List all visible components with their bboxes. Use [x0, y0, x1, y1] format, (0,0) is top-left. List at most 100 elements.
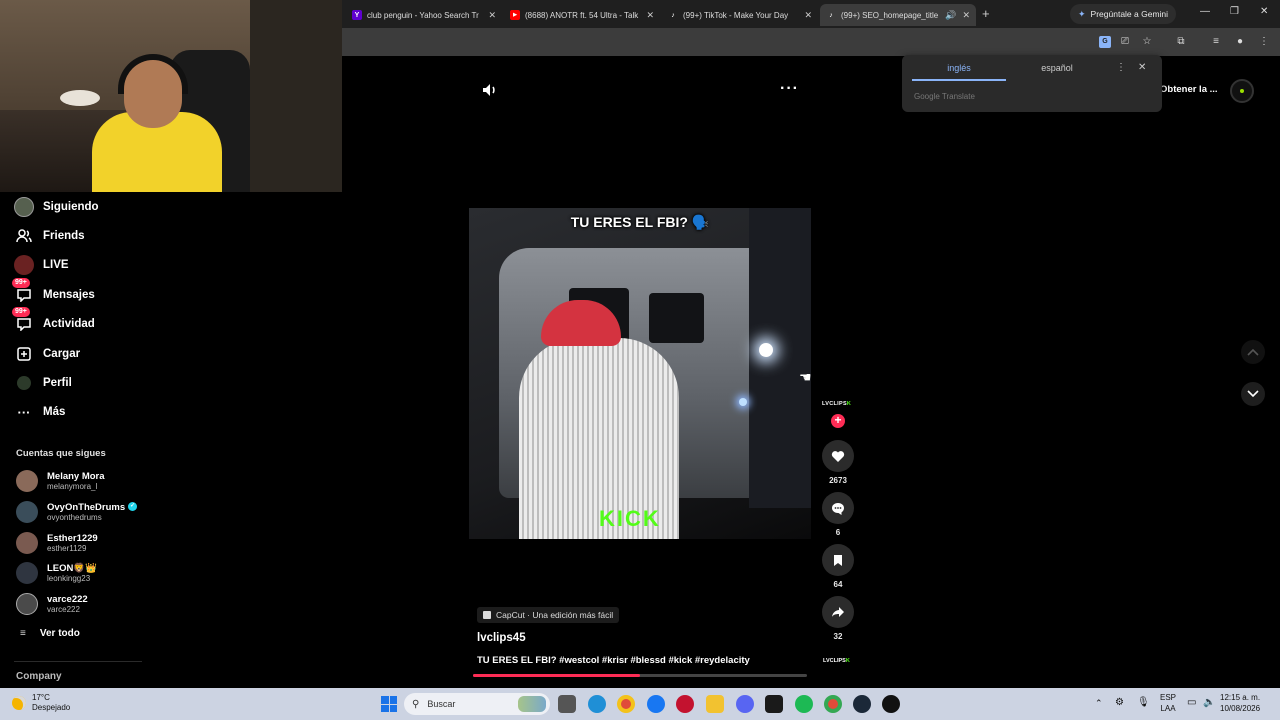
network-icon[interactable]: ▭ — [1187, 697, 1196, 708]
gemini-label: Pregúntale a Gemini — [1090, 9, 1169, 19]
see-all-link[interactable]: ≡ Ver todo — [20, 628, 80, 639]
close-icon[interactable]: ✕ — [646, 10, 654, 21]
sidebar-item-label: Siguiendo — [43, 201, 99, 213]
company-link[interactable]: Company — [16, 671, 62, 682]
more-options-icon[interactable]: ··· — [780, 80, 799, 98]
sidebar-item-following[interactable]: Siguiendo — [14, 196, 99, 218]
channel-logo[interactable]: LVCLIPSK — [822, 401, 851, 407]
follow-plus-icon[interactable]: + — [831, 414, 845, 428]
system-clock[interactable]: 12:15 a. m. 10/08/2026 — [1220, 692, 1260, 714]
volume-tray-icon[interactable]: 🔈 — [1203, 697, 1215, 708]
activity-icon: 99+ — [12, 307, 34, 334]
close-icon[interactable]: ✕ — [804, 10, 812, 21]
minimize-icon[interactable]: — — [1200, 6, 1210, 17]
translate-tab-english[interactable]: inglés — [912, 63, 1006, 81]
capcut-label: CapCut · Una edición más fácil — [496, 610, 614, 620]
edge-icon[interactable] — [588, 695, 606, 713]
microphone-icon[interactable]: 🎙 — [1137, 697, 1150, 708]
gemini-spark-icon: ✦ — [1078, 8, 1086, 19]
video-player[interactable]: TU ERES EL FBI? 🗣️ KICK — [469, 208, 811, 539]
cast-icon[interactable]: ⎚ — [1119, 36, 1131, 48]
chrome-menu-icon[interactable]: ⋮ — [1258, 36, 1270, 48]
close-icon[interactable]: ✕ — [962, 10, 970, 21]
sidebar-item-upload[interactable]: Cargar — [14, 343, 80, 365]
video-progress-bar[interactable] — [473, 674, 807, 677]
new-tab-button[interactable]: + — [982, 6, 990, 21]
sidebar-item-messages[interactable]: 99+ Mensajes — [12, 278, 95, 306]
bluetooth-icon[interactable]: ⚙ — [1115, 697, 1124, 708]
language-indicator[interactable]: ESP LAA — [1160, 692, 1176, 714]
maximize-icon[interactable]: ❐ — [1230, 6, 1239, 17]
weather-condition: Despejado — [32, 703, 71, 712]
browser-tab[interactable]: ♪ (99+) TikTok - Make Your Day ✕ — [662, 4, 818, 26]
volume-icon[interactable] — [480, 80, 500, 100]
following-account[interactable]: varce222 varce222 — [16, 591, 88, 617]
profile-avatar-icon[interactable]: ● — [1234, 36, 1246, 48]
video-caption-overlay: TU ERES EL FBI? 🗣️ — [570, 214, 710, 230]
following-account[interactable]: Melany Mora melanymora_l — [16, 468, 105, 494]
task-view-icon[interactable] — [558, 695, 576, 713]
sidebar-item-label: Mensajes — [43, 289, 95, 301]
like-button[interactable] — [822, 440, 854, 472]
capcut-template-link[interactable]: CapCut · Una edición más fácil — [477, 607, 620, 623]
browser-tab[interactable]: ▶ (8688) ANOTR ft. 54 Ultra - Talk ✕ — [504, 4, 660, 26]
google-translate-label: Google Translate — [914, 92, 975, 101]
share-button[interactable] — [822, 596, 854, 628]
previous-video-button[interactable] — [1241, 340, 1265, 364]
sidebar-item-label: Perfil — [43, 377, 72, 389]
notification-badge: 99+ — [12, 278, 30, 288]
sidebar-item-activity[interactable]: 99+ Actividad — [12, 307, 95, 335]
channel-logo-small[interactable]: LVCLIPSK — [823, 658, 850, 664]
facebook-icon[interactable] — [647, 695, 665, 713]
comment-button[interactable] — [822, 492, 854, 524]
windows-start-icon[interactable] — [381, 696, 397, 712]
capcut-app-icon[interactable] — [765, 695, 783, 713]
reading-list-icon[interactable]: ≡ — [1210, 36, 1222, 48]
chrome-icon[interactable] — [617, 695, 635, 713]
following-account[interactable]: LEON🦁👑 leonkingg23 — [16, 560, 97, 586]
sidebar-item-more[interactable]: ··· Más — [14, 401, 66, 423]
browser-tab-active[interactable]: ♪ (99+) SEO_homepage_title 🔊 ✕ — [820, 4, 976, 26]
chevron-up-icon[interactable]: ⌃ — [1095, 698, 1103, 709]
window-close-icon[interactable]: ✕ — [1260, 6, 1268, 17]
file-explorer-icon[interactable] — [706, 695, 724, 713]
translate-icon[interactable]: G — [1099, 36, 1111, 48]
next-video-button[interactable] — [1241, 382, 1265, 406]
weather-widget[interactable]: 17°C Despejado — [12, 693, 70, 713]
webcam-overlay — [0, 0, 342, 192]
kebab-menu-icon[interactable]: ⋮ — [1116, 62, 1126, 73]
account-name: Esther1229 — [47, 532, 98, 544]
sidebar-item-profile[interactable]: Perfil — [14, 372, 72, 394]
save-button[interactable] — [822, 544, 854, 576]
comment-icon — [832, 502, 844, 515]
tab-label: (99+) TikTok - Make Your Day — [683, 10, 789, 20]
translate-tab-spanish[interactable]: español — [1010, 63, 1104, 73]
extensions-icon[interactable]: ⧉ — [1175, 36, 1187, 48]
browser-tab[interactable]: Y club penguin - Yahoo Search Tr ✕ — [346, 4, 502, 26]
youtube-icon: ▶ — [510, 10, 520, 20]
steam-icon[interactable] — [853, 695, 871, 713]
following-account[interactable]: Esther1229 esther1129 — [16, 530, 98, 556]
bookmark-star-icon[interactable]: ☆ — [1141, 36, 1153, 48]
gemini-button[interactable]: ✦ Pregúntale a Gemini — [1070, 4, 1177, 24]
audio-icon[interactable]: 🔊 — [945, 10, 956, 21]
following-account[interactable]: OvyOnTheDrums ✓ ovyonthedrums — [16, 499, 138, 525]
opera-icon[interactable] — [676, 695, 694, 713]
kick-watermark: KICK — [599, 506, 661, 531]
account-handle: ovyonthedrums — [47, 512, 102, 522]
chrome-active-icon[interactable] — [824, 695, 842, 713]
sidebar-item-live[interactable]: LIVE — [14, 254, 69, 276]
screen: Y club penguin - Yahoo Search Tr ✕ ▶ (86… — [0, 0, 1280, 720]
bookmark-icon — [834, 554, 842, 566]
video-author[interactable]: lvclips45 — [477, 632, 526, 644]
steam-alt-icon[interactable] — [882, 695, 900, 713]
get-app-button[interactable]: Obtener la ... — [1160, 84, 1218, 95]
taskbar-search[interactable]: ⚲ Buscar — [404, 693, 550, 715]
spotify-icon[interactable] — [795, 695, 813, 713]
close-icon[interactable]: ✕ — [488, 10, 496, 21]
coin-icon[interactable] — [1230, 79, 1254, 103]
discord-icon[interactable] — [736, 695, 754, 713]
close-icon[interactable]: ✕ — [1138, 62, 1146, 73]
divider — [14, 661, 142, 662]
sidebar-item-friends[interactable]: Friends — [14, 225, 85, 247]
